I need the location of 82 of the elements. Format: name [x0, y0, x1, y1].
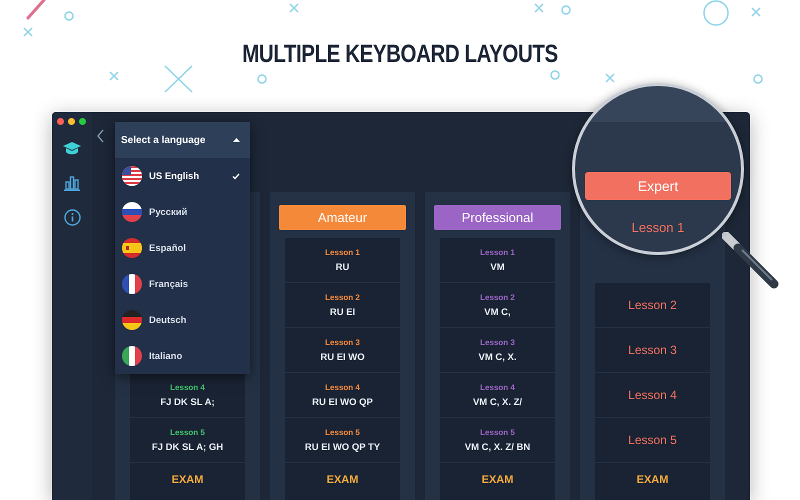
- minimize-button[interactable]: [68, 118, 75, 125]
- lesson-keys: RU EI WO: [320, 352, 365, 362]
- lesson-title: Lesson 3: [325, 338, 360, 346]
- flag-icon: [122, 238, 142, 258]
- lesson-item[interactable]: Lesson 4 VM C, X. Z/: [440, 373, 555, 418]
- lesson-title: Lesson 4: [325, 382, 360, 392]
- language-label: Deutsch: [149, 314, 188, 326]
- flag-icon: [122, 202, 142, 222]
- lesson-item[interactable]: Lesson 4 FJ DK SL A;: [130, 373, 245, 418]
- graduation-cap-icon[interactable]: [62, 141, 82, 157]
- lesson-item[interactable]: Lesson 2 RU EI: [285, 283, 400, 328]
- lesson-keys: RU EI WO QP TY: [304, 442, 380, 452]
- lesson-keys: VM C,: [484, 306, 511, 318]
- lesson-keys: FJ DK SL A;: [160, 396, 215, 408]
- language-option[interactable]: Italiano: [115, 338, 250, 374]
- zoom-button[interactable]: [79, 118, 86, 125]
- lesson-item[interactable]: Lesson 2 VM C,: [440, 283, 555, 328]
- lesson-item[interactable]: Lesson 5: [595, 418, 710, 463]
- exam-label: EXAM: [172, 474, 204, 486]
- info-icon[interactable]: [64, 209, 80, 226]
- flag-icon: [122, 274, 142, 294]
- chevron-left-icon[interactable]: [97, 129, 105, 143]
- lesson-item[interactable]: Lesson 5 VM C, X. Z/ BN: [440, 418, 555, 463]
- flag-icon: [122, 310, 142, 330]
- language-option[interactable]: Español: [115, 230, 250, 266]
- lesson-title: Lesson 4: [628, 388, 677, 402]
- lesson-title: Lesson 2: [480, 292, 515, 302]
- lesson-item[interactable]: Lesson 3 RU EI WO: [285, 328, 400, 373]
- lesson-item[interactable]: Lesson 1 RU: [285, 238, 400, 283]
- language-label: Русский: [149, 206, 188, 218]
- level-button[interactable]: Professional: [434, 205, 561, 230]
- dropdown-title: Select a language: [121, 134, 206, 146]
- exam-item[interactable]: EXAM: [285, 463, 400, 500]
- flag-icon: [122, 346, 142, 366]
- lesson-item[interactable]: Lesson 2: [595, 283, 710, 328]
- language-label: US English: [149, 170, 200, 182]
- lesson-keys: VM C, X.: [478, 352, 516, 362]
- lesson-title: Lesson 2: [628, 298, 677, 312]
- language-option[interactable]: Русский: [115, 194, 250, 230]
- language-option[interactable]: US English: [115, 158, 250, 194]
- lesson-keys: RU: [336, 262, 350, 272]
- lesson-title: Lesson 2: [325, 292, 360, 302]
- lesson-item[interactable]: Lesson 4 RU EI WO QP: [285, 373, 400, 418]
- exam-item[interactable]: EXAM: [595, 463, 710, 500]
- lesson-title: Lesson 1: [480, 248, 515, 256]
- lesson-item[interactable]: Lesson 4: [595, 373, 710, 418]
- lesson-item[interactable]: Lesson 5 RU EI WO QP TY: [285, 418, 400, 463]
- lesson-title: Lesson 5: [480, 428, 515, 436]
- lesson-keys: RU EI WO QP: [312, 396, 373, 408]
- exam-item[interactable]: EXAM: [130, 463, 245, 500]
- dropdown-header[interactable]: Select a language: [115, 122, 250, 158]
- lesson-keys: VM C, X. Z/ BN: [464, 442, 530, 452]
- lesson-item[interactable]: Lesson 5 FJ DK SL A; GH: [130, 418, 245, 463]
- lesson-item[interactable]: Lesson 1 VM: [440, 238, 555, 283]
- lesson-keys: FJ DK SL A; GH: [152, 442, 224, 452]
- lesson-title: Lesson 4: [480, 382, 515, 392]
- exam-label: EXAM: [326, 474, 358, 486]
- language-option[interactable]: Français: [115, 266, 250, 302]
- headline: MULTIPLE KEYBOARD LAYOUTS: [241, 39, 559, 70]
- language-option[interactable]: Deutsch: [115, 302, 250, 338]
- lesson-title: Lesson 3: [628, 343, 677, 357]
- close-button[interactable]: [57, 118, 64, 125]
- lesson-item[interactable]: Lesson 3 VM C, X.: [440, 328, 555, 373]
- exam-item[interactable]: EXAM: [440, 463, 555, 500]
- lesson-keys: VM C, X. Z/: [472, 396, 522, 408]
- lesson-title: Lesson 5: [170, 428, 205, 436]
- language-label: Italiano: [149, 350, 184, 362]
- lesson-keys: VM: [490, 262, 505, 272]
- lesson-title: Lesson 5: [325, 428, 360, 436]
- lesson-title: Lesson 5: [628, 433, 677, 447]
- lesson-keys: RU EI: [330, 306, 356, 318]
- exam-label: EXAM: [636, 474, 668, 486]
- lesson-title: Lesson 1: [632, 220, 684, 235]
- lesson-title: Lesson 4: [170, 382, 205, 392]
- language-label: Français: [149, 278, 190, 290]
- lesson-title: Lesson 3: [480, 338, 515, 346]
- language-label: Español: [149, 242, 187, 254]
- exam-label: EXAM: [482, 474, 514, 486]
- bar-chart-icon[interactable]: [64, 175, 80, 191]
- lesson-title: Lesson 1: [325, 248, 360, 256]
- flag-icon: [122, 166, 142, 186]
- lesson-item[interactable]: Lesson 3: [595, 328, 710, 373]
